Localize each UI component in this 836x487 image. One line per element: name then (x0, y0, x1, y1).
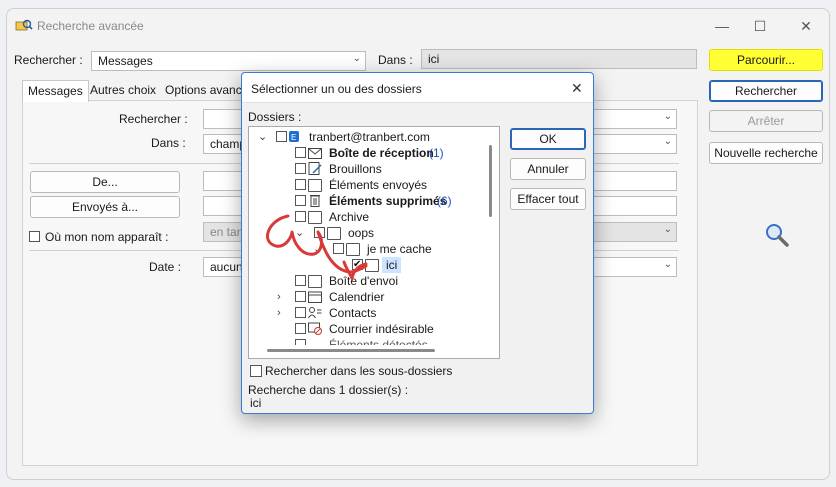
contacts-label: Contacts (329, 306, 377, 320)
chevron-down-icon[interactable]: ⌄ (258, 129, 268, 145)
junk-label: Courrier indésirable (329, 322, 434, 336)
form-dans-label: Dans : (151, 136, 186, 150)
sent-label: Éléments envoyés (329, 178, 428, 192)
account-name: tranbert@tranbert.com (309, 130, 430, 144)
subfolders-checkbox[interactable] (250, 365, 262, 377)
cut-checkbox[interactable] (295, 339, 306, 345)
cut-label: Éléments détectés (329, 338, 428, 345)
contacts-icon (308, 307, 322, 319)
dialog-close-icon[interactable]: ✕ (571, 80, 583, 97)
close-button[interactable]: ✕ (795, 15, 817, 37)
chevron-down-icon: ⌄ (352, 53, 361, 64)
dialog-title-bar: Sélectionner un ou des dossiers ✕ (242, 73, 593, 103)
trash-icon (310, 195, 320, 207)
junk-checkbox[interactable] (295, 323, 306, 334)
deleted-checkbox[interactable] (295, 195, 306, 206)
minimize-button[interactable]: — (711, 15, 733, 37)
dans-label: Dans : (378, 53, 413, 67)
dialog-title: Sélectionner un ou des dossiers (251, 82, 422, 96)
chevron-right-icon[interactable]: › (277, 289, 287, 305)
tree-row-cut[interactable]: Éléments détectés (249, 337, 499, 345)
chevron-down-icon: ⌄ (663, 259, 672, 270)
vertical-scrollbar[interactable] (489, 145, 492, 217)
inbox-checkbox[interactable] (295, 147, 306, 158)
chevron-down-icon: ⌄ (663, 224, 672, 235)
envoyes-a-button[interactable]: Envoyés à... (30, 196, 180, 218)
inbox-label: Boîte de réception (329, 146, 434, 160)
tab-options-avancees[interactable]: Options avancé (160, 80, 253, 102)
tab-autres-choix[interactable]: Autres choix (85, 80, 161, 102)
de-button[interactable]: De... (30, 171, 180, 193)
folder-icon (308, 179, 322, 192)
magnifier-icon (766, 224, 789, 247)
tree-row-junk[interactable]: Courrier indésirable (249, 321, 499, 337)
window-title: Recherche avancée (37, 19, 144, 33)
tab-messages[interactable]: Messages (22, 80, 89, 102)
ou-mon-nom-checkbox[interactable] (29, 231, 40, 242)
dossiers-label: Dossiers : (248, 110, 302, 124)
deleted-label: Éléments supprimés (329, 194, 447, 208)
search-app-icon (15, 19, 33, 31)
annuler-button[interactable]: Annuler (510, 158, 586, 180)
ou-mon-nom-label: Où mon nom apparaît : (45, 230, 169, 244)
chevron-down-icon: ⌄ (663, 111, 672, 122)
tree-row-account[interactable]: ⌄ E tranbert@tranbert.com (249, 129, 499, 145)
contacts-checkbox[interactable] (295, 307, 306, 318)
drafts-checkbox[interactable] (295, 163, 306, 174)
dans-field: ici (421, 49, 697, 69)
tree-row-calendar[interactable]: › Calendrier (249, 289, 499, 305)
nouvelle-recherche-button[interactable]: Nouvelle recherche (709, 142, 823, 164)
maximize-button[interactable]: ☐ (749, 15, 771, 37)
form-rechercher-label: Rechercher : (119, 112, 188, 126)
dans-value: ici (428, 52, 440, 66)
red-annotation-scribble (266, 214, 368, 283)
drafts-label: Brouillons (329, 162, 382, 176)
sent-checkbox[interactable] (295, 179, 306, 190)
arreter-button[interactable]: Arrêter (709, 110, 823, 132)
ok-button[interactable]: OK (510, 128, 586, 150)
chevron-right-icon[interactable]: › (277, 305, 287, 321)
date-label: Date : (149, 260, 182, 274)
tree-row-deleted[interactable]: Éléments supprimés (6) (249, 193, 499, 209)
tree-row-inbox[interactable]: Boîte de réception (1) (249, 145, 499, 161)
subfolders-label: Rechercher dans les sous-dossiers (265, 364, 453, 378)
drafts-icon (308, 162, 322, 175)
effacer-tout-button[interactable]: Effacer tout (510, 188, 586, 210)
status-label: Recherche dans 1 dossier(s) : (248, 383, 409, 397)
tree-row-sent[interactable]: Éléments envoyés (249, 177, 499, 193)
tree-row-contacts[interactable]: › Contacts (249, 305, 499, 321)
rechercher-value: Messages (98, 54, 153, 68)
tree-row-drafts[interactable]: Brouillons (249, 161, 499, 177)
horizontal-scrollbar[interactable] (267, 349, 435, 352)
calendar-icon (308, 291, 322, 303)
title-bar: Recherche avancée — ☐ ✕ (7, 9, 829, 43)
ici-label: ici (382, 257, 402, 273)
inbox-icon (308, 148, 322, 159)
chevron-down-icon: ⌄ (663, 136, 672, 147)
rechercher-label: Rechercher : (14, 53, 83, 67)
calendar-checkbox[interactable] (295, 291, 306, 302)
deleted-count: (6) (437, 194, 452, 208)
status-value: ici (250, 396, 262, 410)
svg-text:E: E (291, 133, 296, 142)
parcourir-button[interactable]: Parcourir... (709, 49, 823, 71)
exchange-account-icon: E (289, 131, 299, 142)
junk-icon (308, 322, 322, 335)
calendar-label: Calendrier (329, 290, 385, 304)
rechercher-select[interactable]: Messages ⌄ (91, 51, 366, 71)
account-checkbox[interactable] (276, 131, 287, 142)
rechercher-button[interactable]: Rechercher (709, 80, 823, 102)
inbox-count: (1) (429, 146, 444, 160)
